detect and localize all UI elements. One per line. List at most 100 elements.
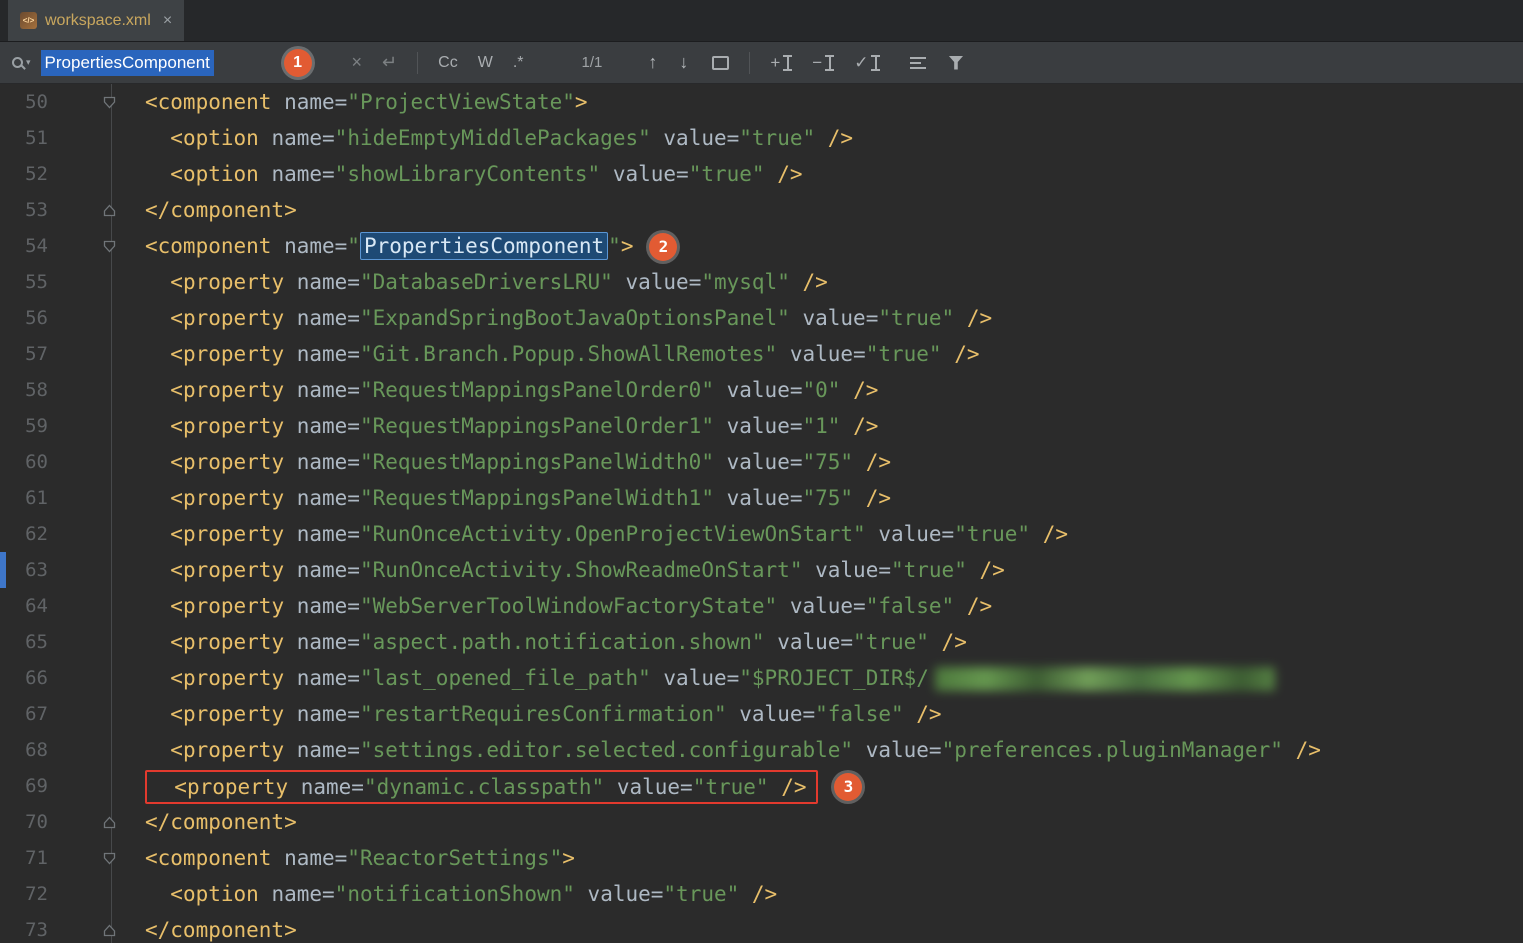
code-text: <property name="DatabaseDriversLRU" valu…: [118, 264, 1523, 300]
tab-close-icon[interactable]: ×: [163, 12, 172, 30]
preserve-case-lines-icon[interactable]: [910, 57, 926, 69]
gutter: 60: [0, 451, 118, 473]
gutter: 54: [0, 235, 118, 257]
code-line-71[interactable]: 71<component name="ReactorSettings">: [0, 840, 1523, 876]
code-line-62[interactable]: 62 <property name="RunOnceActivity.OpenP…: [0, 516, 1523, 552]
gutter: 56: [0, 307, 118, 329]
code-line-51[interactable]: 51 <option name="hideEmptyMiddlePackages…: [0, 120, 1523, 156]
gutter: 55: [0, 271, 118, 293]
code-line-57[interactable]: 57 <property name="Git.Branch.Popup.Show…: [0, 336, 1523, 372]
fold-space: [103, 744, 116, 757]
fold-close-icon[interactable]: [103, 816, 116, 829]
clear-search-icon[interactable]: ×: [352, 52, 363, 73]
separator: [417, 52, 418, 74]
find-bar: ▾ PropertiesComponent 1 × ↵ Cc W .* 1/1 …: [0, 42, 1523, 84]
code-line-59[interactable]: 59 <property name="RequestMappingsPanelO…: [0, 408, 1523, 444]
code-line-58[interactable]: 58 <property name="RequestMappingsPanelO…: [0, 372, 1523, 408]
fold-open-icon[interactable]: [103, 852, 116, 865]
line-number: 72: [0, 883, 48, 905]
gutter: 69: [0, 775, 118, 797]
code-line-65[interactable]: 65 <property name="aspect.path.notificat…: [0, 624, 1523, 660]
line-number: 73: [0, 919, 48, 941]
code-line-67[interactable]: 67 <property name="restartRequiresConfir…: [0, 696, 1523, 732]
select-all-occurrences-icon[interactable]: ✓: [854, 53, 880, 73]
remove-occurrence-icon[interactable]: −: [812, 53, 834, 73]
gutter: 68: [0, 739, 118, 761]
add-occurrence-icon[interactable]: +: [770, 53, 792, 73]
code-line-61[interactable]: 61 <property name="RequestMappingsPanelW…: [0, 480, 1523, 516]
fold-open-icon[interactable]: [103, 96, 116, 109]
search-query-selected-text: PropertiesComponent: [41, 50, 214, 76]
tab-title: workspace.xml: [45, 12, 151, 30]
code-line-68[interactable]: 68 <property name="settings.editor.selec…: [0, 732, 1523, 768]
code-line-66[interactable]: 66 <property name="last_opened_file_path…: [0, 660, 1523, 696]
search-input[interactable]: PropertiesComponent: [41, 50, 266, 76]
code-text: <property name="RequestMappingsPanelWidt…: [118, 480, 1523, 516]
line-number: 68: [0, 739, 48, 761]
code-text: <option name="notificationShown" value="…: [118, 876, 1523, 912]
fold-space: [103, 132, 116, 145]
code-text: <property name="last_opened_file_path" v…: [118, 660, 1523, 696]
annotation-badge-3: 3: [834, 773, 862, 801]
code-line-50[interactable]: 50<component name="ProjectViewState">: [0, 84, 1523, 120]
fold-space: [103, 456, 116, 469]
code-text: <property name="RequestMappingsPanelOrde…: [118, 372, 1523, 408]
code-text: <property name="RequestMappingsPanelWidt…: [118, 444, 1523, 480]
gutter: 70: [0, 811, 118, 833]
gutter: 66: [0, 667, 118, 689]
active-line-gutter-mark: [0, 552, 6, 588]
code-line-69[interactable]: 69 <property name="dynamic.classpath" va…: [0, 768, 1523, 804]
line-number: 53: [0, 199, 48, 221]
code-line-64[interactable]: 64 <property name="WebServerToolWindowFa…: [0, 588, 1523, 624]
search-in-selection-icon[interactable]: [712, 56, 729, 70]
code-line-72[interactable]: 72 <option name="notificationShown" valu…: [0, 876, 1523, 912]
next-occurrence-button[interactable]: ↓: [679, 52, 688, 73]
line-number: 64: [0, 595, 48, 617]
words-toggle[interactable]: W: [478, 54, 493, 72]
fold-space: [103, 384, 116, 397]
search-match-highlight: PropertiesComponent: [360, 232, 608, 260]
editor[interactable]: 50<component name="ProjectViewState">51 …: [0, 84, 1523, 943]
line-number: 50: [0, 91, 48, 113]
line-number: 67: [0, 703, 48, 725]
code-line-70[interactable]: 70</component>: [0, 804, 1523, 840]
fold-space: [103, 312, 116, 325]
code-text: <property name="restartRequiresConfirmat…: [118, 696, 1523, 732]
gutter: 67: [0, 703, 118, 725]
plus-icon: +: [770, 53, 780, 73]
gutter: 57: [0, 343, 118, 365]
fold-open-icon[interactable]: [103, 240, 116, 253]
caret-ibeam-icon: [825, 55, 834, 71]
fold-space: [103, 780, 116, 793]
code-line-60[interactable]: 60 <property name="RequestMappingsPanelW…: [0, 444, 1523, 480]
code-text: <component name="PropertiesComponent">2: [118, 228, 1523, 264]
line-number: 54: [0, 235, 48, 257]
filter-icon[interactable]: [948, 56, 963, 70]
magnifier-icon: [12, 57, 23, 68]
code-line-53[interactable]: 53</component>: [0, 192, 1523, 228]
code-text: <property name="RunOnceActivity.ShowRead…: [118, 552, 1523, 588]
fold-space: [103, 492, 116, 505]
regex-toggle[interactable]: .*: [513, 54, 524, 72]
fold-close-icon[interactable]: [103, 204, 116, 217]
newline-icon[interactable]: ↵: [382, 52, 397, 73]
caret-ibeam-icon: [871, 55, 880, 71]
fold-space: [103, 528, 116, 541]
code-line-52[interactable]: 52 <option name="showLibraryContents" va…: [0, 156, 1523, 192]
search-icon[interactable]: ▾: [12, 57, 31, 68]
gutter: 52: [0, 163, 118, 185]
fold-space: [103, 564, 116, 577]
gutter: 59: [0, 415, 118, 437]
code-line-55[interactable]: 55 <property name="DatabaseDriversLRU" v…: [0, 264, 1523, 300]
tab-workspace-xml[interactable]: workspace.xml ×: [8, 0, 184, 41]
match-case-toggle[interactable]: Cc: [438, 54, 458, 72]
line-number: 71: [0, 847, 48, 869]
fold-space: [103, 276, 116, 289]
code-line-54[interactable]: 54 <component name="PropertiesComponent">…: [0, 228, 1523, 264]
code-line-63[interactable]: 63 <property name="RunOnceActivity.ShowR…: [0, 552, 1523, 588]
code-text: <property name="settings.editor.selected…: [118, 732, 1523, 768]
fold-close-icon[interactable]: [103, 924, 116, 937]
code-line-73[interactable]: 73</component>: [0, 912, 1523, 943]
code-line-56[interactable]: 56 <property name="ExpandSpringBootJavaO…: [0, 300, 1523, 336]
prev-occurrence-button[interactable]: ↑: [648, 52, 657, 73]
